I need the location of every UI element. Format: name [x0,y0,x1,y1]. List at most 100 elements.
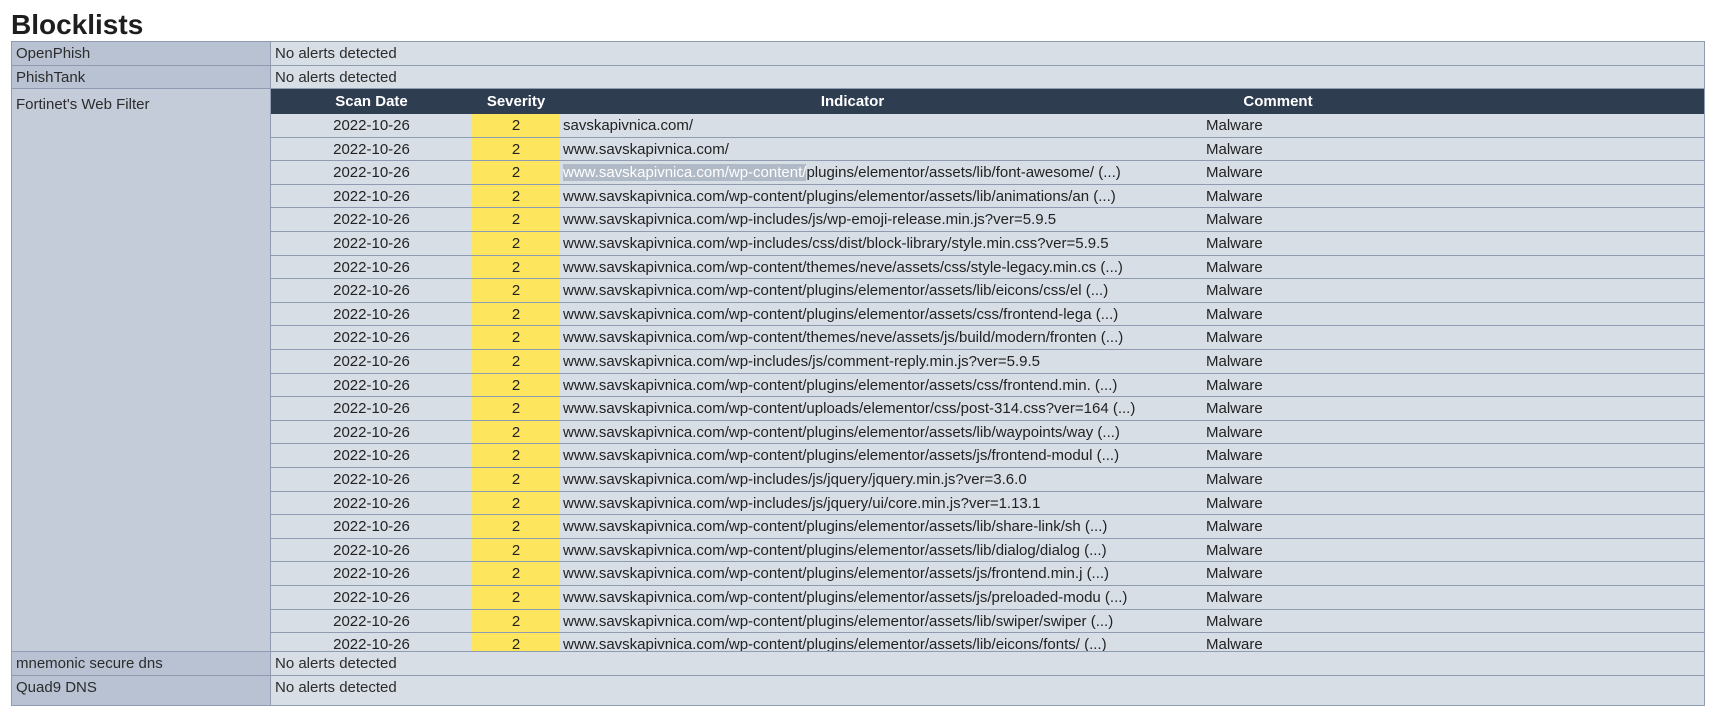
indicator-cell[interactable]: www.savskapivnica.com/ [563,141,729,158]
fortinet-results-table: Scan Date Severity Indicator Comment 202… [271,89,1704,657]
indicator-cell[interactable]: www.savskapivnica.com/wp-includes/js/jqu… [563,495,1040,512]
indicator-cell[interactable]: www.savskapivnica.com/wp-content/plugins… [563,282,1108,299]
indicator-cell[interactable]: www.savskapivnica.com/wp-content/plugins… [563,164,1121,182]
header-comment[interactable]: Comment [1145,93,1411,110]
comment-cell: Malware [1206,305,1263,323]
severity-cell: 2 [472,420,560,444]
scan-date-cell: 2022-10-26 [333,235,410,252]
indicator-cell[interactable]: www.savskapivnica.com/wp-includes/css/di… [563,235,1109,252]
source-openphish: OpenPhish [12,42,270,65]
table-row: 2022-10-26 2 www.savskapivnica.com/wp-incl… [271,232,1704,256]
scan-date-cell: 2022-10-26 [333,423,410,441]
indicator-cell[interactable]: www.savskapivnica.com/wp-includes/js/com… [563,353,1040,370]
header-indicator[interactable]: Indicator [560,93,1145,110]
table-row: 2022-10-26 2 www.savskapivnica.com/wp-cont… [271,184,1704,209]
severity-cell: 2 [472,208,560,231]
indicator-cell[interactable]: www.savskapivnica.com/wp-content/plugins… [563,565,1109,582]
severity-cell: 2 [472,350,560,373]
indicator-cell[interactable]: www.savskapivnica.com/wp-content/plugins… [563,377,1117,394]
indicator-text: www.savskapivnica.com/wp-content/uploads… [563,400,1136,418]
scan-date-cell: 2022-10-26 [333,376,410,394]
comment-cell: Malware [1206,187,1263,205]
scan-date-cell: 2022-10-26 [333,305,410,323]
scan-date-cell: 2022-10-26 [333,282,410,300]
indicator-cell[interactable]: www.savskapivnica.com/wp-content/themes/… [563,259,1123,276]
scan-date-cell: 2022-10-26 [333,400,410,418]
indicator-text: www.savskapivnica.com/ [563,140,729,158]
source-mnemonic: mnemonic secure dns [12,652,270,675]
scan-date-cell: 2022-10-26 [333,471,410,488]
severity-cell: 2 [472,397,560,420]
comment-cell: Malware [1206,494,1263,512]
indicator-cell[interactable]: www.savskapivnica.com/wp-content/themes/… [563,329,1123,346]
indicator-text: www.savskapivnica.com/wp-includes/css/di… [563,235,1109,252]
table-row: 2022-10-26 2 www.savskapivnica.com/wp-cont… [271,515,1704,539]
indicator-cell[interactable]: www.savskapivnica.com/wp-content/plugins… [563,424,1120,441]
table-row: 2022-10-26 2 www.savskapivnica.com/wp-incl… [271,491,1704,516]
scan-date-cell: 2022-10-26 [333,258,410,276]
scan-date-cell: 2022-10-26 [333,494,410,512]
table-row: 2022-10-26 2 www.savskapivnica.com/wp-cont… [271,397,1704,421]
severity-cell: 2 [472,326,560,349]
indicator-cell[interactable]: www.savskapivnica.com/wp-includes/js/wp-… [563,211,1056,228]
header-severity[interactable]: Severity [472,93,560,110]
indicator-cell[interactable]: www.savskapivnica.com/wp-content/plugins… [563,188,1116,205]
source-phishtank: PhishTank [12,66,270,88]
scan-date-cell: 2022-10-26 [333,589,410,606]
scan-date-cell: 2022-10-26 [333,187,410,205]
indicator-cell[interactable]: www.savskapivnica.com/wp-content/plugins… [563,306,1118,323]
scan-date-cell: 2022-10-26 [333,612,410,630]
indicator-cell[interactable]: www.savskapivnica.com/wp-content/plugins… [563,447,1119,464]
comment-cell: Malware [1206,423,1263,441]
status-mnemonic: No alerts detected [271,652,1704,675]
indicator-text: www.savskapivnica.com/wp-content/plugins… [563,282,1109,300]
indicator-text: www.savskapivnica.com/wp-content/plugins… [563,565,1110,583]
severity-cell: 2 [472,137,560,161]
table-row: 2022-10-26 2 www.savskapivnica.com/wp-cont… [271,279,1704,303]
comment-cell: Malware [1206,258,1263,276]
indicator-text: www.savskapivnica.com/wp-content/plugins… [563,518,1108,536]
table-row: 2022-10-26 2 www.savskapivnica.com/wp-cont… [271,586,1704,610]
indicator-text: www.savskapivnica.com/wp-includes/js/wp-… [563,211,1057,229]
scan-date-cell: 2022-10-26 [333,140,410,158]
table-row: 2022-10-26 2 www.savskapivnica.com/wp-cont… [271,562,1704,586]
severity-cell: 2 [472,586,560,609]
status-phishtank: No alerts detected [271,66,1704,88]
indicator-text: www.savskapivnica.com/wp-content/plugins… [563,187,1116,205]
status-openphish: No alerts detected [271,42,1704,65]
comment-cell: Malware [1206,518,1263,536]
indicator-cell[interactable]: www.savskapivnica.com/wp-includes/js/jqu… [563,471,1027,488]
header-scan-date[interactable]: Scan Date [271,93,472,110]
table-row: 2022-10-26 2 www.savskapivnica.com/wp-incl… [271,350,1704,374]
indicator-text: www.savskapivnica.com/wp-content/plugins… [563,376,1118,394]
indicator-cell[interactable]: www.savskapivnica.com/wp-content/plugins… [563,518,1107,535]
table-row: 2022-10-26 2 www.savskapivnica.com/Malware [271,137,1704,162]
comment-cell: Malware [1206,376,1263,394]
indicator-cell[interactable]: www.savskapivnica.com/wp-content/plugins… [563,589,1127,606]
indicator-text: www.savskapivnica.com/wp-content/plugins… [563,423,1120,441]
scan-date-cell: 2022-10-26 [333,541,410,559]
comment-cell: Malware [1206,565,1263,583]
comment-cell: Malware [1206,353,1263,370]
indicator-cell[interactable]: www.savskapivnica.com/wp-content/uploads… [563,400,1135,417]
severity-cell: 2 [472,255,560,279]
indicator-text: www.savskapivnica.com/wp-includes/js/jqu… [563,471,1027,488]
severity-cell: 2 [472,302,560,326]
comment-cell: Malware [1206,235,1263,252]
indicator-cell[interactable]: www.savskapivnica.com/wp-content/plugins… [563,542,1107,559]
indicator-cell[interactable]: savskapivnica.com/ [563,117,693,134]
table-row: 2022-10-26 2 www.savskapivnica.com/wp-cont… [271,373,1704,398]
severity-cell: 2 [472,562,560,585]
indicator-text: www.savskapivnica.com/wp-content/themes/… [563,258,1123,276]
comment-cell: Malware [1206,329,1263,347]
indicator-text: www.savskapivnica.com/wp-content/plugins… [563,447,1120,465]
indicator-cell[interactable]: www.savskapivnica.com/wp-content/plugins… [563,613,1113,630]
table-row: 2022-10-26 2 savskapivnica.com/Malware [271,114,1704,138]
indicator-text: savskapivnica.com/ [563,117,694,134]
severity-cell: 2 [472,609,560,633]
indicator-text: www.savskapivnica.com/wp-includes/js/com… [563,353,1040,370]
scan-date-cell: 2022-10-26 [333,117,410,134]
table-header: Scan Date Severity Indicator Comment [271,89,1704,114]
comment-cell: Malware [1206,471,1263,488]
severity-cell: 2 [472,538,560,562]
